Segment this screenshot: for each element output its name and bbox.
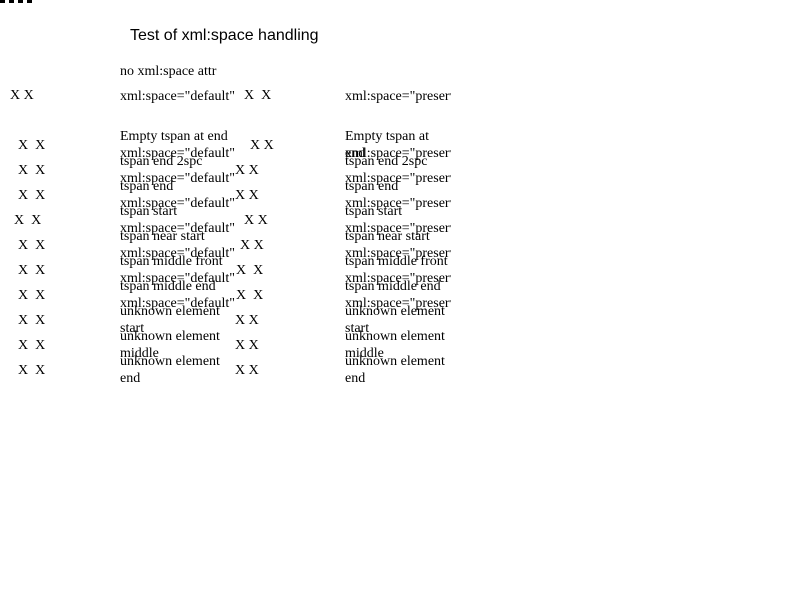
row-col1-text: tspan middle end	[120, 279, 216, 294]
row-left-x: X X	[18, 288, 46, 303]
row-mid-x: X X	[235, 363, 259, 378]
row-left-x: X X	[18, 238, 46, 253]
corner-mark	[0, 0, 38, 3]
row-col1-text: tspan start	[120, 204, 178, 219]
row-col1-text: tspan near start	[120, 229, 205, 244]
row0-preserve-label: xml:space="preserve"	[345, 90, 451, 104]
row-mid-x: X X	[250, 138, 274, 153]
row-left-x: X X	[18, 163, 46, 178]
row-mid-x: X X	[244, 213, 268, 228]
row-col1-text: unknown element end	[120, 354, 220, 386]
row-mid-x: X X	[235, 163, 259, 178]
row-mid-x: X X	[235, 338, 259, 353]
row-left-x: X X	[18, 263, 46, 278]
row-left-x: X X	[18, 313, 46, 328]
row0-mid-x: X X	[244, 88, 272, 103]
row-col2-text: unknown element end	[345, 354, 445, 386]
row-col1-text: tspan end 2spc	[120, 154, 203, 169]
row-mid-x: X X	[236, 288, 264, 303]
test-canvas: Test of xml:space handling no xml:space …	[0, 0, 800, 600]
row-left-x: X X	[18, 188, 46, 203]
row-left-x: X X	[18, 138, 46, 153]
row-left-x: X X	[18, 338, 46, 353]
row-col1-text: tspan middle front	[120, 254, 223, 269]
header-no-attr: no xml:space attr	[120, 64, 217, 79]
row-mid-x: X X	[235, 188, 259, 203]
row-mid-x: X X	[236, 263, 264, 278]
row-mid-x: X X	[235, 313, 259, 328]
row-col1-text: tspan end	[120, 179, 174, 194]
row-left-x: X X	[14, 213, 42, 228]
row-left-x: X X	[18, 363, 46, 378]
row0-default-label: xml:space="default"	[120, 89, 235, 104]
row-mid-x: X X	[240, 238, 264, 253]
row-col1-text: Empty tspan at end	[120, 129, 228, 144]
row0-left-x: X X	[10, 88, 34, 103]
page-title: Test of xml:space handling	[130, 27, 319, 44]
